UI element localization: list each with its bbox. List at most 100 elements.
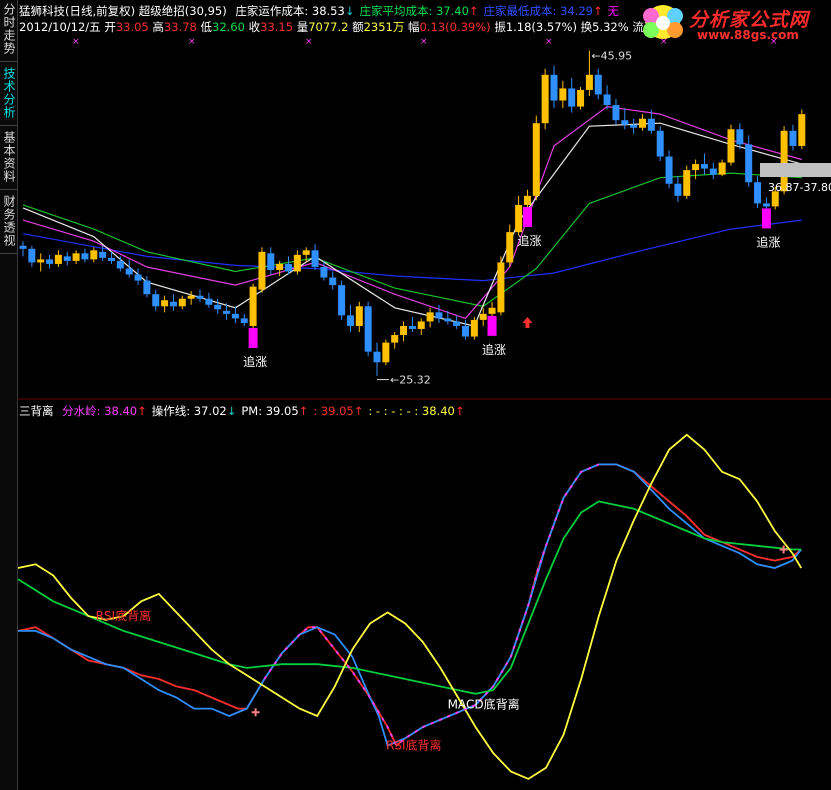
candle-body-10 [108,257,115,261]
candle-body-17 [169,301,177,307]
candle-body-71 [647,118,655,131]
candle-body-26 [249,286,257,326]
candle-body-83 [754,182,762,204]
candle-body-40 [373,351,381,363]
candle-body-64 [585,74,593,90]
candle-body-49 [453,321,461,326]
candle-body-62 [568,88,576,107]
candle-body-44 [408,325,416,329]
candle-body-6 [72,253,80,261]
candle-body-74 [674,183,682,196]
ma-line-white [22,122,802,327]
candle-body-21 [205,298,213,305]
candle-body-1 [28,248,36,263]
signal-bar-1 [522,206,532,227]
candle-body-46 [426,312,434,322]
candle-body-19 [187,295,195,299]
ma-line-blue [22,219,802,282]
candle-body-73 [665,156,673,184]
candle-body-59 [541,74,549,124]
chart-canvas: × × × × × × ×追涨追涨追涨追涨←25.32←45.9536.87-37.80RS… [17,37,831,780]
candle-body-58 [532,123,540,196]
candle-body-11 [116,260,124,269]
candle-body-77 [700,164,708,169]
candle-body-66 [603,94,611,106]
candle-body-63 [577,89,585,107]
candle-body-51 [470,319,478,337]
candle-body-34 [320,266,328,278]
top-marker-1: × [188,37,196,47]
divergence-dots [263,463,600,748]
buy-arrow-icon [522,316,533,328]
candle-body-67 [612,105,620,121]
candle-body-45 [417,321,425,329]
candle-body-39 [364,306,372,352]
candle-body-29 [276,263,284,270]
candle-body-60 [550,74,558,101]
price-tag-bg [760,163,831,177]
candle-body-5 [63,256,71,261]
candle-body-15 [152,294,160,307]
candle-body-25 [240,318,248,323]
candle-body-33 [311,250,319,267]
candle-body-20 [196,295,204,299]
candle-body-79 [718,162,726,175]
divergence-label-0: RSI底背离 [96,608,152,623]
candle-body-82 [745,144,753,183]
candle-body-65 [594,74,602,95]
signal-bar-2 [487,315,497,336]
candle-body-76 [692,164,700,171]
candle-body-16 [161,300,169,307]
signal-bar-3 [761,208,771,229]
candle-body-18 [178,298,186,307]
candle-body-78 [709,168,717,175]
candle-body-57 [523,195,531,205]
signal-label-1: 追涨 [517,233,541,248]
candle-body-72 [656,130,664,157]
candle-body-56 [515,204,523,233]
candle-body-38 [355,306,363,326]
top-marker-4: × [545,37,553,47]
candle-body-28 [267,253,275,270]
candle-body-12 [125,268,133,275]
candle-body-55 [506,232,514,263]
candle-body-13 [134,274,142,281]
top-marker-2: × [305,37,313,47]
candle-body-80 [727,129,735,163]
candle-body-47 [435,312,443,319]
top-marker-6: × [770,37,778,47]
candle-body-24 [231,313,239,319]
candle-body-81 [736,129,744,145]
candle-body-8 [90,250,98,260]
candle-body-48 [444,318,452,322]
candle-body-2 [37,259,45,263]
oscillator-line-2 [17,500,802,695]
candle-body-68 [621,120,629,125]
candle-body-50 [462,325,469,337]
candle-body-32 [302,250,310,255]
candle-body-69 [630,124,638,128]
signal-bar-0 [248,327,258,348]
candle-body-23 [223,310,231,314]
candle-body-22 [214,304,222,310]
candle-body-61 [559,88,567,101]
candle-body-36 [338,285,346,316]
candle-body-0 [19,245,27,249]
candle-body-35 [329,277,337,286]
candle-body-53 [488,307,496,314]
candle-body-14 [143,280,151,295]
signal-label-0: 追涨 [243,354,267,369]
oscillator-line-3 [17,433,802,780]
stock-chart-window: 分时走势 技术分析 基本资料 财务透视 猛狮科技(日线,前复权) 超级绝招(30… [0,0,831,790]
candle-body-52 [479,313,487,320]
top-marker-5: × [660,37,668,47]
candle-body-41 [382,342,390,363]
price-tag-label: 36.87-37.80 [768,181,831,194]
candle-body-37 [346,315,354,326]
top-marker-3: × [420,37,428,47]
candle-body-42 [391,335,399,343]
divergence-label-2: MACD底背离 [448,697,520,712]
candle-body-84 [762,203,770,207]
candle-body-43 [400,325,408,336]
signal-label-3: 追涨 [756,234,780,249]
